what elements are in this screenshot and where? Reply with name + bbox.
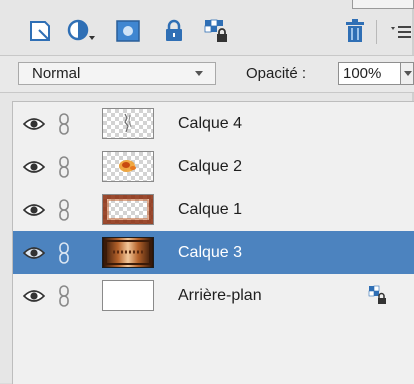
layer-row[interactable]: Calque 3 — [13, 231, 414, 274]
new-layer-icon — [30, 21, 50, 41]
delete-layer-button[interactable] — [340, 16, 370, 46]
layer-thumbnail — [102, 194, 154, 225]
layer-mask-button[interactable] — [113, 16, 143, 46]
layers-toolbar — [0, 14, 414, 50]
opacity-value: 100% — [343, 65, 382, 82]
layer-row[interactable]: Arrière-plan — [13, 274, 414, 317]
link-icon[interactable] — [57, 113, 71, 135]
panel-menu-button[interactable] — [386, 16, 414, 46]
link-icon[interactable] — [57, 199, 71, 221]
layer-mask-icon — [116, 20, 140, 42]
trash-icon — [346, 19, 364, 42]
lock-transparent-pixels-icon — [204, 19, 227, 42]
layer-row[interactable]: Calque 4 — [13, 102, 414, 145]
panel-tab-frame — [352, 0, 414, 9]
layer-row[interactable]: Calque 2 — [13, 145, 414, 188]
link-icon[interactable] — [57, 285, 71, 307]
panel-menu-icon — [391, 26, 411, 38]
toolbar-separator — [376, 20, 377, 44]
lock-all-button[interactable] — [159, 16, 189, 46]
layer-name: Calque 1 — [178, 201, 243, 218]
layer-name: Calque 4 — [178, 115, 243, 132]
new-layer-button[interactable] — [25, 16, 55, 46]
blend-mode-value: Normal — [32, 65, 81, 82]
eye-icon[interactable] — [23, 289, 45, 303]
adjustment-layer-icon — [67, 19, 95, 41]
adjustment-layer-button[interactable] — [67, 16, 97, 46]
lock-transparent-button[interactable] — [202, 16, 232, 46]
link-icon[interactable] — [57, 156, 71, 178]
blend-options-bar: Normal Opacité : 100% — [0, 55, 414, 93]
layer-name: Calque 2 — [178, 158, 243, 175]
layer-thumbnail — [102, 280, 154, 311]
eye-icon[interactable] — [23, 117, 45, 131]
lock-transparent-pixels-icon — [368, 285, 386, 304]
layer-thumbnail — [102, 237, 154, 268]
layer-name: Calque 3 — [178, 244, 243, 261]
chevron-down-icon — [404, 71, 412, 76]
layers-panel: Normal Opacité : 100% Calque 4 Calque 2 … — [0, 0, 414, 384]
eye-icon[interactable] — [23, 203, 45, 217]
opacity-label: Opacité : — [246, 65, 307, 82]
eye-icon[interactable] — [23, 160, 45, 174]
layer-thumbnail — [102, 108, 154, 139]
layer-row[interactable]: Calque 1 — [13, 188, 414, 231]
opacity-dropdown-button[interactable] — [401, 62, 414, 85]
layers-list: Calque 4 Calque 2 Calque 1 Calque 3 Arri… — [12, 101, 414, 384]
lock-icon — [166, 19, 182, 41]
chevron-down-icon — [195, 71, 203, 76]
layer-thumbnail — [102, 151, 154, 182]
layer-name: Arrière-plan — [178, 287, 262, 304]
eye-icon[interactable] — [23, 246, 45, 260]
blend-mode-select[interactable]: Normal — [18, 62, 216, 85]
link-icon[interactable] — [57, 242, 71, 264]
opacity-input[interactable]: 100% — [338, 62, 401, 85]
